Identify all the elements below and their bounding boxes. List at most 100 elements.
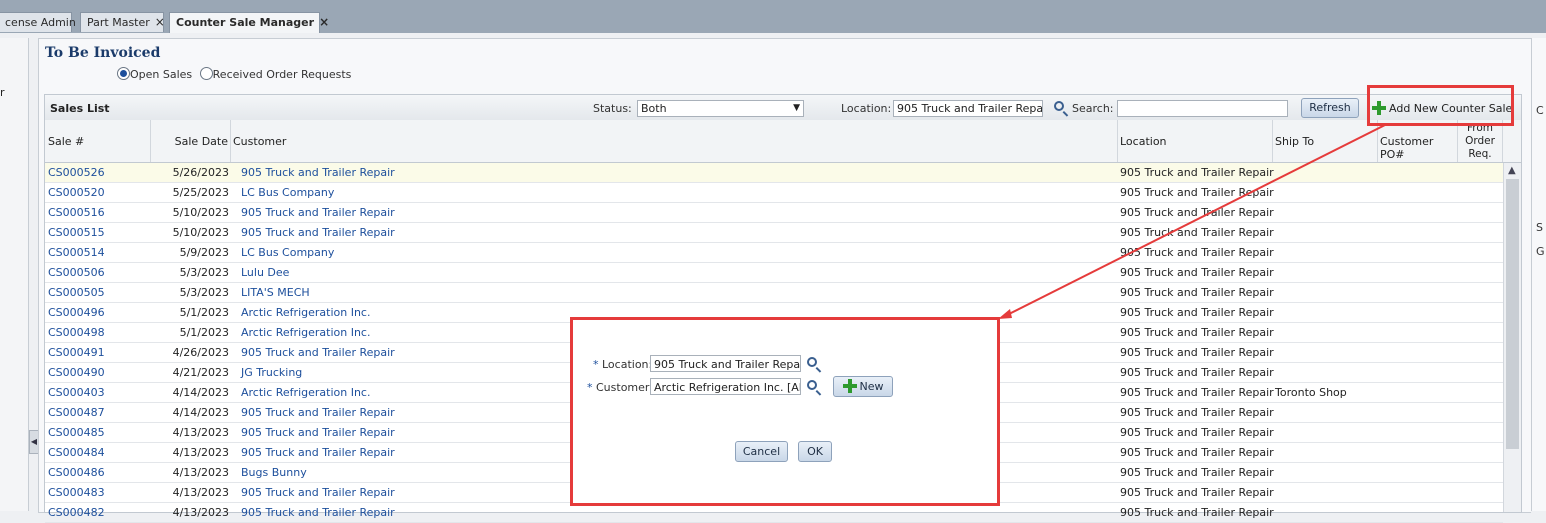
highlight-callout-dialog [570,317,1000,506]
location-cell: 905 Truck and Trailer Repair [1120,386,1274,399]
tab-label: cense Admin [5,16,76,29]
search-input[interactable] [1117,100,1288,117]
location-cell: 905 Truck and Trailer Repair [1120,226,1274,239]
close-icon[interactable]: × [319,15,329,29]
status-select[interactable]: Both ▼ [637,100,804,117]
location-cell: 905 Truck and Trailer Repair [1120,486,1274,499]
col-location[interactable]: Location [1118,120,1273,162]
sale-date-cell: 5/10/2023 [172,206,229,219]
tab-counter-sale-manager[interactable]: Counter Sale Manager × [169,12,329,33]
customer-link[interactable]: Arctic Refrigeration Inc. [241,386,370,399]
sale-link[interactable]: CS000515 [48,226,105,239]
col-ship-to[interactable]: Ship To [1273,120,1378,162]
customer-link[interactable]: Bugs Bunny [241,466,307,479]
location-cell: 905 Truck and Trailer Repair [1120,446,1274,459]
page-title: To Be Invoiced [45,45,161,61]
customer-link[interactable]: JG Trucking [241,366,302,379]
left-panel-text: r [0,86,5,99]
customer-link[interactable]: LC Bus Company [241,186,334,199]
sale-link[interactable]: CS000505 [48,286,105,299]
status-label: Status: [593,102,632,115]
customer-link[interactable]: 905 Truck and Trailer Repair [241,486,395,499]
sale-date-cell: 5/1/2023 [179,306,229,319]
sale-date-cell: 5/25/2023 [172,186,229,199]
sale-link[interactable]: CS000485 [48,426,105,439]
sale-date-cell: 4/21/2023 [172,366,229,379]
customer-link[interactable]: Arctic Refrigeration Inc. [241,326,370,339]
table-row[interactable]: CS000506 5/3/2023 Lulu Dee 905 Truck and Tr… [45,263,1503,283]
tab-label: Part Master [87,16,150,29]
location-cell: 905 Truck and Trailer Repair [1120,406,1274,419]
vertical-scrollbar[interactable]: ▲ [1503,163,1521,512]
sale-link[interactable]: CS000484 [48,446,105,459]
col-from-label: Order [1465,135,1495,147]
location-cell: 905 Truck and Trailer Repair [1120,426,1274,439]
refresh-button[interactable]: Refresh [1301,98,1359,118]
sale-link[interactable]: CS000483 [48,486,105,499]
table-row[interactable]: CS000482 4/13/2023 905 Truck and Trailer R… [45,503,1503,523]
sale-date-cell: 4/14/2023 [172,406,229,419]
sale-link[interactable]: CS000487 [48,406,105,419]
sale-link[interactable]: CS000516 [48,206,105,219]
customer-link[interactable]: 905 Truck and Trailer Repair [241,226,395,239]
customer-link[interactable]: 905 Truck and Trailer Repair [241,446,395,459]
table-row[interactable]: CS000516 5/10/2023 905 Truck and Trailer R… [45,203,1503,223]
radio-received-label: Received Order Requests [212,68,352,81]
customer-link[interactable]: 905 Truck and Trailer Repair [241,166,395,179]
col-ship-to-label: Ship To [1275,135,1315,148]
sale-link[interactable]: CS000526 [48,166,105,179]
sale-link[interactable]: CS000482 [48,506,105,519]
sale-link[interactable]: CS000520 [48,186,105,199]
sale-date-cell: 5/1/2023 [179,326,229,339]
sale-date-cell: 4/26/2023 [172,346,229,359]
table-row[interactable]: CS000514 5/9/2023 LC Bus Company 905 Truck … [45,243,1503,263]
col-customer[interactable]: Customer [231,120,1118,162]
sale-link[interactable]: CS000496 [48,306,105,319]
table-row[interactable]: CS000526 5/26/2023 905 Truck and Trailer R… [45,163,1503,183]
customer-link[interactable]: 905 Truck and Trailer Repair [241,206,395,219]
sale-link[interactable]: CS000498 [48,326,105,339]
customer-link[interactable]: 905 Truck and Trailer Repair [241,506,395,519]
sale-link[interactable]: CS000403 [48,386,105,399]
location-cell: 905 Truck and Trailer Repair [1120,286,1274,299]
chevron-up-icon[interactable]: ▲ [1508,165,1516,176]
customer-link[interactable]: 905 Truck and Trailer Repair [241,346,395,359]
table-row[interactable]: CS000505 5/3/2023 LITA'S MECH 905 Truck and… [45,283,1503,303]
tab-license-admin[interactable]: cense Admin× [0,12,91,32]
view-radio-group: Open Sales Received Order Requests [117,67,351,81]
sale-link[interactable]: CS000490 [48,366,105,379]
sale-date-cell: 5/9/2023 [179,246,229,259]
scrollbar-thumb[interactable] [1506,179,1519,449]
radio-received-order-requests[interactable] [199,67,213,80]
sale-link[interactable]: CS000486 [48,466,105,479]
tab-part-master[interactable]: Part Master × [80,12,165,32]
customer-link[interactable]: 905 Truck and Trailer Repair [241,426,395,439]
customer-link[interactable]: Arctic Refrigeration Inc. [241,306,370,319]
col-sale[interactable]: Sale # [45,120,151,162]
radio-open-sales[interactable] [117,67,130,80]
customer-link[interactable]: 905 Truck and Trailer Repair [241,406,395,419]
sale-link[interactable]: CS000514 [48,246,105,259]
col-customer-po[interactable]: Customer PO# [1378,120,1458,162]
search-icon[interactable] [1054,101,1064,111]
close-icon[interactable]: × [155,15,165,29]
sale-link[interactable]: CS000491 [48,346,105,359]
tab-bar: cense Admin× Part Master× Counter Sale M… [0,0,1546,33]
highlight-callout-add-button [1367,85,1514,126]
location-cell: 905 Truck and Trailer Repair [1120,186,1274,199]
location-cell: 905 Truck and Trailer Repair [1120,306,1274,319]
sale-date-cell: 5/26/2023 [172,166,229,179]
customer-link[interactable]: LITA'S MECH [241,286,310,299]
customer-link[interactable]: Lulu Dee [241,266,289,279]
customer-link[interactable]: LC Bus Company [241,246,334,259]
table-row[interactable]: CS000515 5/10/2023 905 Truck and Trailer R… [45,223,1503,243]
sale-link[interactable]: CS000506 [48,266,105,279]
location-input[interactable]: 905 Truck and Trailer Repair [S [893,100,1043,117]
table-row[interactable]: CS000520 5/25/2023 LC Bus Company 905 Truck… [45,183,1503,203]
col-from-order-req[interactable]: From Order Req. [1458,120,1503,162]
col-location-label: Location [1120,135,1167,148]
tab-label: Counter Sale Manager [176,16,315,29]
col-sale-date[interactable]: Sale Date [151,120,231,162]
col-from-label: Req. [1468,148,1492,160]
col-date-label: Sale Date [174,135,228,148]
